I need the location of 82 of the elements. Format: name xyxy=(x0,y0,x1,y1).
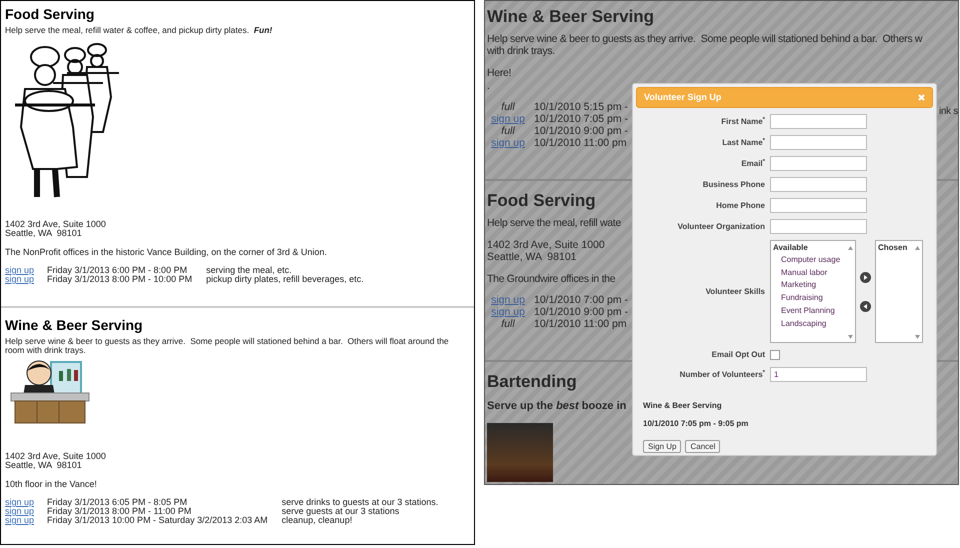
address-line: Seattle, WA 98101 xyxy=(487,251,577,263)
section-title: Bartending xyxy=(487,372,577,392)
sign-up-link[interactable]: sign up xyxy=(5,275,43,284)
field-label: First Name$^{*}$ xyxy=(720,116,765,128)
list-heading: Chosen xyxy=(878,242,908,254)
full-status: full xyxy=(500,101,516,113)
field-label: Last Name$^{*}$ xyxy=(721,136,765,148)
slot-time: Friday 3/1/2013 6:00 PM - 8:00 PM xyxy=(47,266,188,275)
slot-time: 10/1/2010 11:00 pm xyxy=(534,318,628,330)
cut-off-text: ink s xyxy=(938,105,958,119)
section-title: Food Serving xyxy=(487,191,596,211)
slot-task: cleanup, cleanup! xyxy=(282,516,354,525)
description-line: Help serve the meal, refill wate xyxy=(487,217,621,229)
note: The NonProfit offices in the historic Vance Building, on the corner of 3rd & Union. xyxy=(5,248,328,257)
address-line: 1402 3rd Ave, Suite 1000 xyxy=(5,220,107,229)
field-label: Volunteer Organization xyxy=(676,220,765,232)
field-label: Business Phone xyxy=(702,178,765,190)
scrollbar-icon[interactable] xyxy=(848,246,853,339)
subtitle: Serve up the best booze in xyxy=(487,399,626,414)
text-field[interactable] xyxy=(770,135,867,150)
text-field[interactable] xyxy=(770,198,867,213)
field-label: Email$^{*}$ xyxy=(740,158,765,170)
close-icon[interactable] xyxy=(918,94,925,101)
list-option[interactable]: Fundraising xyxy=(773,292,855,305)
text-field[interactable] xyxy=(770,156,867,171)
text-field[interactable] xyxy=(770,219,867,234)
slot-time: Friday 3/1/2013 10:00 PM - Saturday 3/2/2013 2:03 AM xyxy=(47,516,269,525)
text-field[interactable] xyxy=(770,114,867,129)
scrollbar-icon[interactable] xyxy=(915,246,920,339)
sign-up-link[interactable]: sign up xyxy=(5,516,43,525)
field-label: Number of Volunteers$^{*}$ xyxy=(678,368,765,380)
note: . xyxy=(487,80,490,93)
section-title: Wine & Beer Serving xyxy=(487,7,654,27)
field-label: Email Opt Out xyxy=(710,349,765,361)
note: 10th floor in the Vance! xyxy=(5,480,98,489)
slot-task: serve guests at our 3 stations xyxy=(282,507,400,516)
description-line: with drink trays. xyxy=(487,45,555,57)
slot-time: 10/1/2010 7:00 pm - xyxy=(534,294,628,306)
slot-task: serve drinks to guests at our 3 stations. xyxy=(282,498,438,507)
full-status: full xyxy=(500,318,516,330)
checkbox[interactable] xyxy=(770,350,780,360)
description: Help serve the meal, refill water & coffee, and pickup dirty plates. Fun! xyxy=(5,26,274,35)
sign-up-link[interactable]: sign up xyxy=(5,507,43,516)
note: Here! xyxy=(487,67,512,80)
full-status: full xyxy=(500,125,516,137)
list-option[interactable]: Manual labor xyxy=(773,266,855,280)
slot-time: 10/1/2010 7:05 pm - xyxy=(534,113,628,125)
photo-placeholder xyxy=(487,422,553,482)
note: The Groundwire offices in the xyxy=(487,273,616,286)
summary-title: Wine & Beer Serving xyxy=(643,400,723,412)
sign-up-link[interactable]: sign up xyxy=(5,498,43,507)
address-line: Seattle, WA 98101 xyxy=(5,229,83,238)
dialog-title: Volunteer Sign Up xyxy=(644,90,722,104)
slot-time: Friday 3/1/2013 8:00 PM - 11:00 PM xyxy=(47,507,192,516)
section-title: Wine & Beer Serving xyxy=(5,316,144,334)
slot-task: serving the meal, etc. xyxy=(206,266,293,275)
section-title: Food Serving xyxy=(5,5,96,23)
list-option[interactable]: Event Planning xyxy=(773,304,855,318)
slot-time: 10/1/2010 5:15 pm - xyxy=(534,101,628,113)
dialog-button[interactable]: Cancel xyxy=(685,440,720,453)
list-option[interactable]: Marketing xyxy=(773,279,855,292)
summary-time: 10/1/2010 7:05 pm - 9:05 pm xyxy=(643,418,750,430)
address-line: Seattle, WA 98101 xyxy=(5,461,83,470)
address-line: 1402 3rd Ave, Suite 1000 xyxy=(5,452,107,461)
address-line: 1402 3rd Ave, Suite 1000 xyxy=(487,239,605,251)
slot-time: 10/1/2010 11:00 pm xyxy=(534,137,628,149)
slot-time: 10/1/2010 9:00 pm - xyxy=(534,125,628,137)
field-label: Volunteer Skills xyxy=(704,286,765,298)
slot-time: Friday 3/1/2013 8:00 PM - 10:00 PM xyxy=(47,275,194,284)
slot-time: 10/1/2010 9:00 pm - xyxy=(534,306,628,318)
slot-task: pickup dirty plates, refill beverages, etc. xyxy=(206,275,364,284)
slot-time: Friday 3/1/2013 6:05 PM - 8:05 PM xyxy=(47,498,188,507)
field-label: Home Phone xyxy=(715,200,765,212)
sign-up-link[interactable]: sign up xyxy=(5,266,43,275)
list-option[interactable]: Landscaping xyxy=(773,318,855,330)
list-option[interactable]: Computer usage xyxy=(773,254,855,267)
text-field[interactable]: 1 xyxy=(770,367,867,382)
text-field[interactable] xyxy=(770,177,867,192)
description-line: Help serve wine & beer to guests as they arrive. Some people will stationed behind a bar. Others w xyxy=(487,33,922,45)
description: Help serve wine & beer to guests as they arrive. Some people will stationed behind a bar. Others will float around the room with drink trays. xyxy=(5,337,450,355)
list-heading: Available xyxy=(773,242,809,254)
dialog-button[interactable]: Sign Up xyxy=(643,440,682,453)
